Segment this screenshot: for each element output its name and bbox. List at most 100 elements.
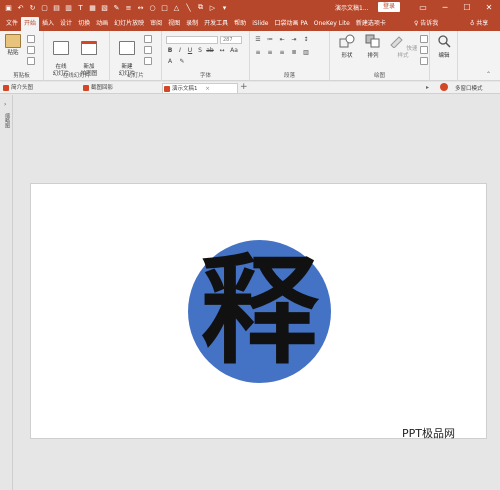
align-left-button[interactable]: ≡ <box>254 49 262 57</box>
cut-icon[interactable] <box>27 35 35 43</box>
tab-help[interactable]: 帮助 <box>231 17 249 31</box>
group-editing: 编辑 <box>430 31 458 81</box>
tab-menu-icon[interactable]: ▸ <box>426 84 429 91</box>
layout-icon[interactable] <box>144 35 152 43</box>
share-button[interactable]: ♁ 共享 <box>470 18 488 27</box>
group-paragraph: ☰ ≔ ⇤ ⇥ ↕ ≡ ≡ ≡ ≣ ▥ 段落 <box>250 31 330 81</box>
image-icon[interactable]: ▧ <box>100 3 109 12</box>
open-file-icon[interactable]: ▤ <box>52 3 61 12</box>
circle-shape-icon[interactable]: ○ <box>148 3 157 12</box>
align-right-button[interactable]: ≡ <box>278 49 286 57</box>
tab-animations[interactable]: 动画 <box>93 17 111 31</box>
justify-button[interactable]: ≣ <box>290 49 298 57</box>
find-icon <box>438 35 451 48</box>
undo-icon[interactable]: ↶ <box>16 3 25 12</box>
group-icon[interactable]: ⧉ <box>196 3 205 12</box>
increase-indent-button[interactable]: ⇥ <box>290 36 298 44</box>
font-size-combo[interactable]: 287 <box>220 36 242 44</box>
redo-icon[interactable]: ↻ <box>28 3 37 12</box>
tab-insert[interactable]: 插入 <box>39 17 57 31</box>
shape-effects-icon[interactable] <box>420 57 428 65</box>
blue-circle-shape[interactable]: 释 <box>188 240 331 383</box>
group-slides: 新建 幻灯片 幻灯片 <box>110 31 162 81</box>
new-tab-button[interactable]: + <box>240 82 248 92</box>
shape-outline-icon[interactable] <box>420 46 428 54</box>
close-tab-icon[interactable]: × <box>205 86 210 92</box>
new-online-slides-icon <box>81 41 97 55</box>
bold-button[interactable]: B <box>166 47 174 55</box>
format-painter-icon[interactable] <box>27 57 35 65</box>
ribbon-display-icon[interactable]: ▭ <box>412 0 434 15</box>
doc-tab-3[interactable]: 演示文稿1 × <box>162 83 238 93</box>
close-button[interactable]: ✕ <box>478 0 500 15</box>
shapes-button[interactable]: 形状 <box>336 34 358 60</box>
tab-home[interactable]: 开始 <box>21 17 40 31</box>
align-center-button[interactable]: ≡ <box>266 49 274 57</box>
tab-slideshow[interactable]: 幻灯片放映 <box>111 17 147 31</box>
quick-styles-button[interactable]: 快速样式 <box>388 34 418 60</box>
slide-canvas[interactable]: 释 <box>30 183 487 439</box>
shape-fill-icon[interactable] <box>420 35 428 43</box>
doc-tab-2[interactable]: 截图回影 <box>82 83 160 93</box>
align-icon[interactable]: ≡ <box>124 3 133 12</box>
copy-icon[interactable] <box>27 46 35 54</box>
strikethrough-button[interactable]: ab <box>206 47 214 55</box>
doc-tab-1[interactable]: 简介头图 <box>2 83 80 93</box>
change-case-button[interactable]: Aa <box>230 47 238 55</box>
tab-view[interactable]: 视图 <box>165 17 183 31</box>
font-color-button[interactable]: A <box>166 58 174 66</box>
triangle-shape-icon[interactable]: △ <box>172 3 181 12</box>
font-name-combo[interactable] <box>166 36 218 44</box>
document-tabs: 简介头图 截图回影 演示文稿1 × <box>0 82 500 94</box>
line-icon[interactable]: ╲ <box>184 3 193 12</box>
login-button[interactable]: 登录 <box>378 2 401 12</box>
tell-me-search[interactable]: ♀ 告诉我 <box>414 18 438 27</box>
settings-icon[interactable] <box>440 83 448 91</box>
numbering-button[interactable]: ≔ <box>266 36 274 44</box>
reset-icon[interactable] <box>144 46 152 54</box>
paste-button[interactable]: 粘贴 <box>2 34 24 57</box>
expand-pane-icon[interactable]: › <box>4 101 6 108</box>
arrange-button[interactable]: 排列 <box>362 34 384 60</box>
highlight-button[interactable]: ✎ <box>178 58 186 66</box>
shadow-button[interactable]: S <box>196 47 204 55</box>
play-icon[interactable]: ▷ <box>208 3 217 12</box>
bullets-button[interactable]: ☰ <box>254 36 262 44</box>
underline-button[interactable]: U <box>186 47 194 55</box>
square-shape-icon[interactable]: □ <box>160 3 169 12</box>
tab-new-tab[interactable]: 新建选项卡 <box>353 17 389 31</box>
customize-qat-icon[interactable]: ▾ <box>220 3 229 12</box>
editing-button[interactable]: 编辑 <box>433 34 455 60</box>
brush-icon[interactable]: ✎ <box>112 3 121 12</box>
restore-button[interactable]: ☐ <box>456 0 478 15</box>
ribbon: 粘贴 剪贴板 在线 幻灯片 新加 拍图图 在线幻灯片 新建 幻灯片 幻灯片 28… <box>0 31 500 81</box>
tab-file[interactable]: 文件 <box>3 17 21 31</box>
print-icon[interactable]: ▥ <box>64 3 73 12</box>
new-file-icon[interactable]: ▢ <box>40 3 49 12</box>
tab-transitions[interactable]: 切换 <box>75 17 93 31</box>
collapse-ribbon-icon[interactable]: ⌃ <box>486 71 491 78</box>
columns-button[interactable]: ▥ <box>302 49 310 57</box>
section-icon[interactable] <box>144 57 152 65</box>
char-spacing-button[interactable]: ↔ <box>218 47 226 55</box>
tab-onekey-lite[interactable]: OneKey Lite <box>311 17 353 31</box>
tab-pocket-animation[interactable]: 口袋动画 PA <box>272 17 311 31</box>
tab-record[interactable]: 录制 <box>183 17 201 31</box>
tab-review[interactable]: 审阅 <box>147 17 165 31</box>
decrease-indent-button[interactable]: ⇤ <box>278 36 286 44</box>
italic-button[interactable]: I <box>176 47 184 55</box>
multi-window-toggle[interactable]: 多窗口模式 <box>455 84 483 92</box>
text-icon[interactable]: T <box>76 3 85 12</box>
online-slides-icon <box>53 41 69 55</box>
arrow-icon[interactable]: ↔ <box>136 3 145 12</box>
table-icon[interactable]: ▦ <box>88 3 97 12</box>
line-spacing-button[interactable]: ↕ <box>302 36 310 44</box>
slide-character[interactable]: 释 <box>200 251 318 370</box>
document-title: 演示文稿1... <box>335 5 369 12</box>
thumbnail-pane-label[interactable]: 缩略图 <box>3 113 10 128</box>
tab-design[interactable]: 设计 <box>57 17 75 31</box>
tab-developer[interactable]: 开发工具 <box>201 17 231 31</box>
tab-islide[interactable]: iSlide <box>249 17 271 31</box>
save-icon[interactable]: ▣ <box>4 3 13 12</box>
minimize-button[interactable]: ─ <box>434 0 456 15</box>
